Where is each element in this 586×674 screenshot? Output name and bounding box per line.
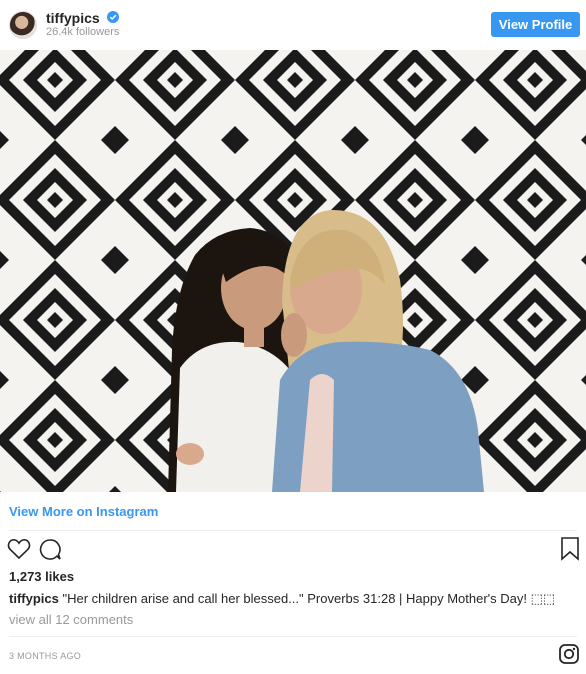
view-more-link[interactable]: View More on Instagram (9, 504, 158, 519)
view-comments-link[interactable]: view all 12 comments (9, 612, 133, 627)
divider (9, 530, 577, 531)
post-image (0, 50, 586, 492)
instagram-icon[interactable] (559, 644, 579, 664)
post-header: tiffypics 26.4k followers View Profile (0, 0, 586, 50)
post-photo[interactable] (0, 50, 586, 492)
like-count[interactable]: 1,273 likes (9, 569, 74, 584)
avatar[interactable] (9, 11, 37, 39)
post-caption: tiffypics "Her children arise and call h… (9, 591, 555, 607)
follower-count: 26.4k followers (46, 26, 120, 38)
verified-badge-icon (107, 11, 119, 23)
heart-icon[interactable] (7, 538, 31, 560)
bookmark-icon[interactable] (560, 537, 580, 561)
username[interactable]: tiffypics (46, 10, 100, 26)
view-profile-button[interactable]: View Profile (491, 12, 580, 37)
caption-username[interactable]: tiffypics (9, 591, 59, 606)
post-timestamp: 3 MONTHS AGO (9, 651, 82, 661)
comment-icon[interactable] (38, 538, 62, 562)
divider (9, 636, 577, 637)
caption-text: "Her children arise and call her blessed… (62, 591, 556, 606)
